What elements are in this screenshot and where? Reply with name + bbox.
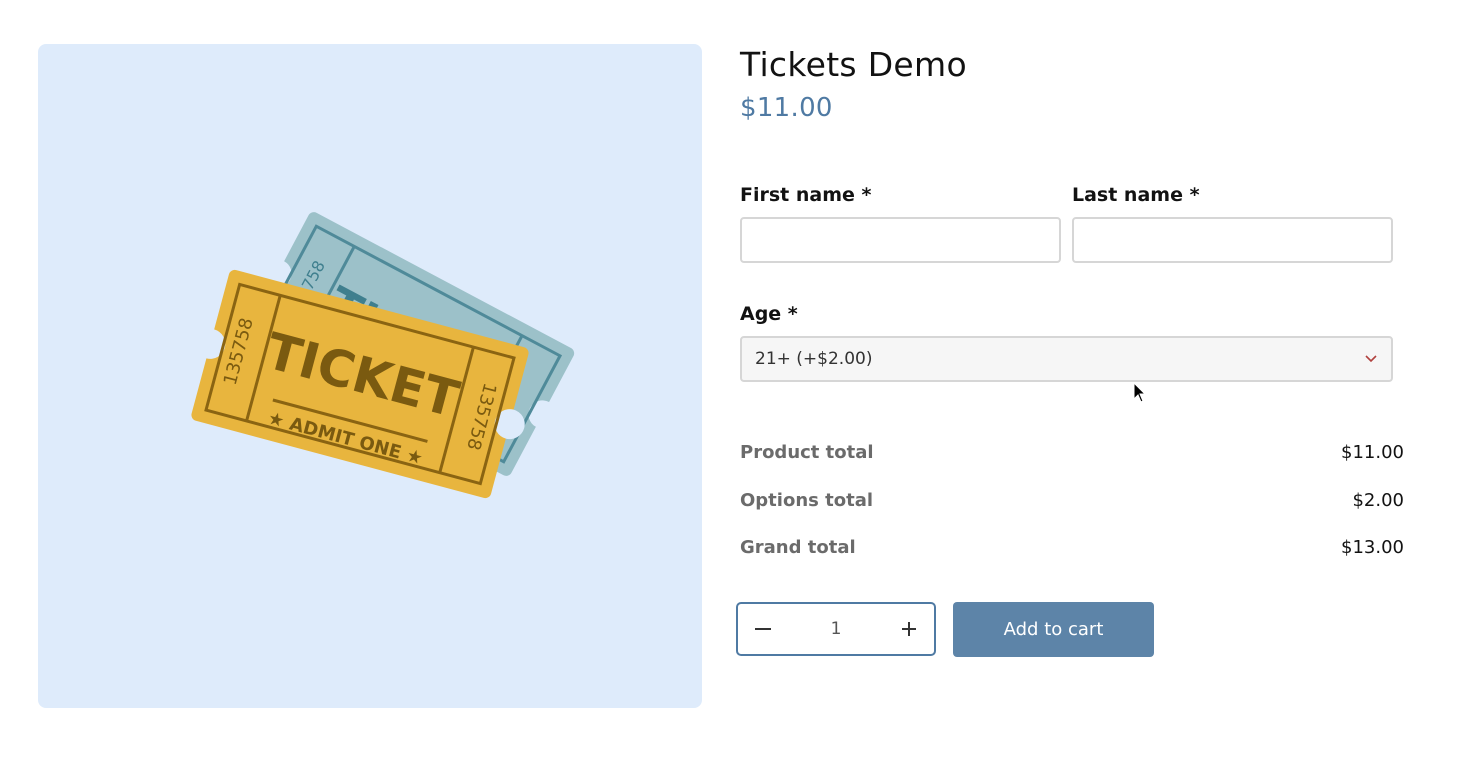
product-total-row: Product total $11.00 — [740, 441, 1404, 465]
age-select[interactable]: 21+ (+$2.00) — [740, 336, 1393, 382]
tickets-illustration: TICKET 135758 TICKET ★ ADMIT ONE ★ 13575… — [191, 212, 575, 499]
options-total-row: Options total $2.00 — [740, 489, 1404, 513]
product-page: TICKET 135758 TICKET ★ ADMIT ONE ★ 13575… — [0, 0, 1473, 765]
chevron-down-icon — [1364, 352, 1378, 366]
last-name-input[interactable] — [1072, 217, 1393, 263]
options-total-value: $2.00 — [1352, 490, 1404, 511]
product-image: TICKET 135758 TICKET ★ ADMIT ONE ★ 13575… — [38, 44, 702, 708]
quantity-stepper: 1 — [736, 602, 936, 656]
mouse-cursor-icon — [1133, 382, 1147, 403]
add-to-cart-button[interactable]: Add to cart — [953, 602, 1154, 657]
grand-total-label: Grand total — [740, 537, 856, 558]
minus-icon[interactable] — [752, 618, 774, 640]
grand-total-value: $13.00 — [1341, 537, 1404, 558]
product-total-value: $11.00 — [1341, 442, 1404, 463]
first-name-input[interactable] — [740, 217, 1061, 263]
first-name-label: First name * — [740, 184, 872, 206]
options-total-label: Options total — [740, 490, 874, 511]
product-title: Tickets Demo — [740, 45, 967, 84]
age-select-value: 21+ (+$2.00) — [755, 349, 873, 369]
product-total-label: Product total — [740, 442, 874, 463]
age-label: Age * — [740, 303, 798, 325]
plus-icon[interactable] — [898, 618, 920, 640]
last-name-label: Last name * — [1072, 184, 1200, 206]
product-price: $11.00 — [740, 93, 833, 123]
quantity-input[interactable]: 1 — [816, 619, 856, 639]
grand-total-row: Grand total $13.00 — [740, 536, 1404, 560]
